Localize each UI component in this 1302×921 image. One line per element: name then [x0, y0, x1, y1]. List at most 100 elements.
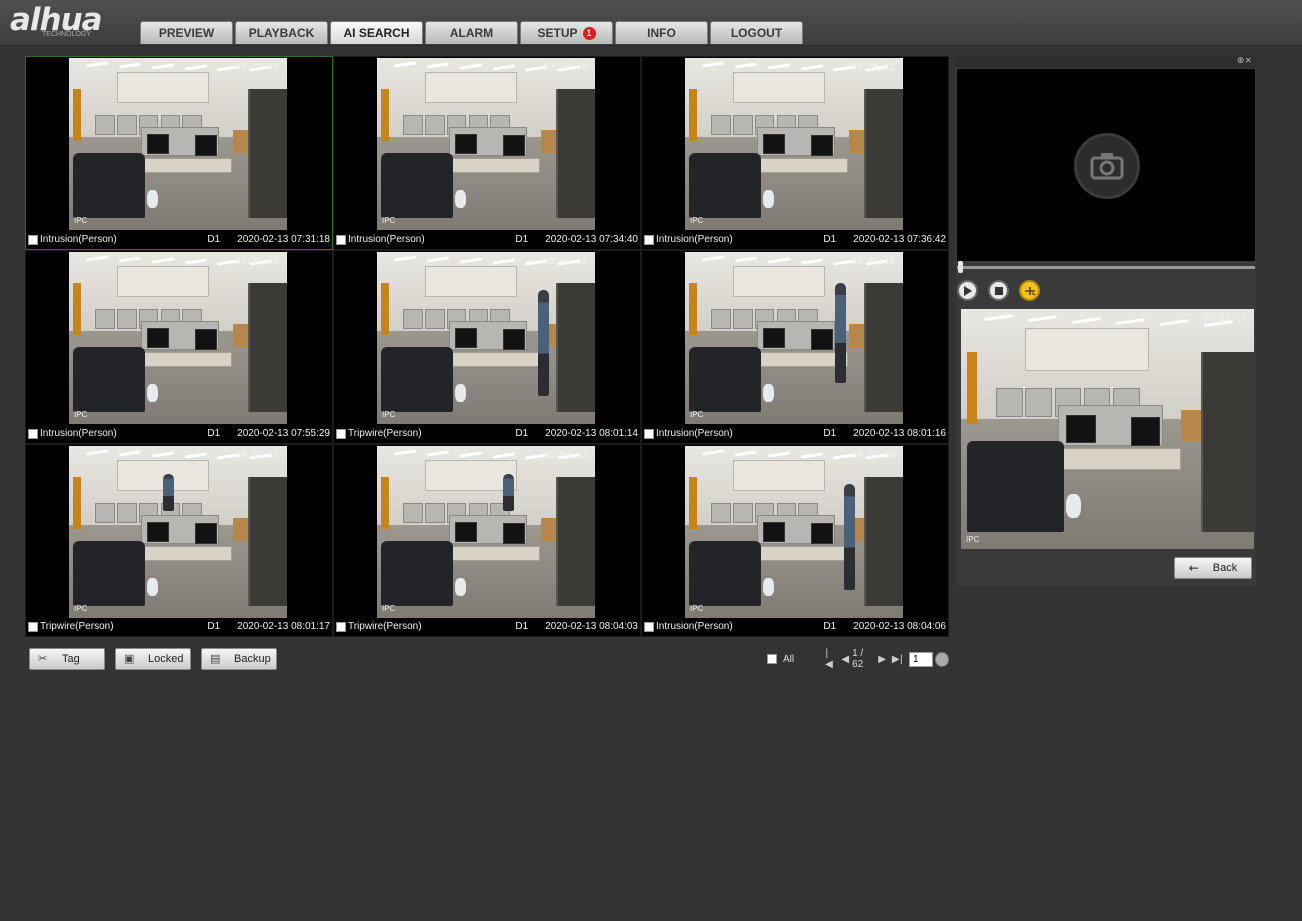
- result-cell[interactable]: 07:36:42 IPC Intrusion(Person) D1 2020-02…: [641, 56, 949, 250]
- result-thumbnail[interactable]: 07:34:40 IPC: [377, 58, 595, 230]
- office-scene: 08:01:17 IPC: [961, 309, 1254, 549]
- stop-icon[interactable]: [988, 280, 1009, 301]
- office-scene: 07:31:18 IPC: [69, 58, 287, 230]
- camera-label: IPC: [382, 604, 396, 613]
- tag-button[interactable]: ✂ Tag: [29, 648, 105, 670]
- result-caption: Intrusion(Person) D1 2020-02-13 07:36:42: [642, 230, 948, 249]
- result-cell[interactable]: 07:55:29 IPC Intrusion(Person) D1 2020-02…: [25, 250, 333, 444]
- result-cell[interactable]: 07:31:18 IPC Intrusion(Person) D1 2020-02…: [25, 56, 333, 250]
- event-time: 2020-02-13 08:01:14: [545, 428, 638, 439]
- event-time: 2020-02-13 08:01:16: [853, 428, 946, 439]
- player-header: ⊕×: [956, 56, 1256, 68]
- channel-label: D1: [823, 428, 837, 439]
- thumbnail-timestamp: 08:01:17: [235, 451, 279, 461]
- person-figure: [162, 473, 174, 512]
- person-figure: [503, 473, 515, 512]
- result-checkbox[interactable]: [644, 621, 654, 632]
- thumbnail-timestamp: 08:01:17: [1202, 314, 1246, 324]
- locked-button[interactable]: ▣ Locked: [115, 648, 191, 670]
- result-checkbox[interactable]: [336, 428, 346, 439]
- tab-info[interactable]: INFO: [615, 21, 708, 44]
- tag-icon: ✂: [38, 652, 48, 665]
- setup-badge: 1: [582, 26, 596, 40]
- play-icon[interactable]: [957, 280, 978, 301]
- result-thumbnail[interactable]: 08:01:16 IPC: [685, 252, 903, 424]
- office-scene: 08:01:16 IPC: [685, 252, 903, 424]
- result-caption: Intrusion(Person) D1 2020-02-13 08:04:06: [642, 617, 948, 636]
- top-bar: alhua TECHNOLOGY PREVIEW PLAYBACK AI SEAR…: [0, 0, 1302, 46]
- result-checkbox[interactable]: [336, 621, 346, 632]
- back-arrow-icon: ←: [1188, 561, 1199, 575]
- thumbnail-timestamp: 08:01:16: [851, 257, 895, 267]
- snapshot-preview: 08:01:17 IPC: [961, 309, 1254, 549]
- page-number-input[interactable]: [908, 651, 933, 667]
- person-figure: [835, 282, 847, 383]
- lock-icon: ▣: [124, 652, 135, 665]
- result-caption: Tripwire(Person) D1 2020-02-13 08:01:17: [26, 617, 332, 636]
- result-thumbnail[interactable]: 07:55:29 IPC: [69, 252, 287, 424]
- result-checkbox[interactable]: [28, 428, 38, 439]
- tab-alarm[interactable]: ALARM: [425, 21, 518, 44]
- result-cell[interactable]: 08:01:16 IPC Intrusion(Person) D1 2020-02…: [641, 250, 949, 444]
- detail-panel: ⊕× 08:01:17 IPC ← Back: [956, 56, 1256, 586]
- channel-label: D1: [515, 234, 529, 245]
- result-thumbnail[interactable]: 08:01:17 IPC: [69, 446, 287, 618]
- thumbnail-timestamp: 08:04:03: [543, 451, 587, 461]
- playback-slider[interactable]: [957, 266, 1255, 269]
- select-all-label: All: [783, 653, 795, 665]
- result-thumbnail[interactable]: 08:04:03 IPC: [377, 446, 595, 618]
- result-thumbnail[interactable]: 08:04:06 IPC: [685, 446, 903, 618]
- camera-off-icon: [1074, 133, 1140, 199]
- office-scene: 07:36:42 IPC: [685, 58, 903, 230]
- backup-button[interactable]: ▤ Backup: [201, 648, 277, 670]
- video-player[interactable]: [957, 69, 1255, 261]
- back-button[interactable]: ← Back: [1174, 557, 1252, 579]
- channel-label: D1: [823, 234, 837, 245]
- result-caption: Tripwire(Person) D1 2020-02-13 08:04:03: [334, 617, 640, 636]
- backup-icon: ▤: [210, 652, 221, 665]
- thumbnail-timestamp: 08:01:14: [543, 257, 587, 267]
- tab-ai-search[interactable]: AI SEARCH: [330, 21, 423, 44]
- result-caption: Intrusion(Person) D1 2020-02-13 07:34:40: [334, 230, 640, 249]
- slider-handle[interactable]: [958, 261, 963, 273]
- event-type: Tripwire(Person): [348, 428, 422, 439]
- tab-setup[interactable]: SETUP 1: [520, 21, 613, 44]
- result-checkbox[interactable]: [644, 234, 654, 245]
- prev-page-icon[interactable]: ◀: [841, 654, 849, 665]
- result-checkbox[interactable]: [336, 234, 346, 245]
- tab-preview[interactable]: PREVIEW: [140, 21, 233, 44]
- result-thumbnail[interactable]: 08:01:14 IPC: [377, 252, 595, 424]
- select-all-checkbox[interactable]: [767, 654, 777, 664]
- clip-icon[interactable]: [1019, 280, 1040, 301]
- result-cell[interactable]: 08:04:06 IPC Intrusion(Person) D1 2020-02…: [641, 444, 949, 637]
- page-indicator: 1 / 62: [852, 648, 864, 670]
- event-type: Intrusion(Person): [656, 621, 733, 632]
- office-scene: 08:01:17 IPC: [69, 446, 287, 618]
- office-scene: 08:04:06 IPC: [685, 446, 903, 618]
- next-page-icon[interactable]: ▶: [878, 654, 886, 665]
- result-thumbnail[interactable]: 07:31:18 IPC: [69, 58, 287, 230]
- tab-logout[interactable]: LOGOUT: [710, 21, 803, 44]
- result-cell[interactable]: 08:01:14 IPC Tripwire(Person) D1 2020-02-…: [333, 250, 641, 444]
- close-icon[interactable]: ×: [1244, 56, 1252, 66]
- result-cell[interactable]: 08:04:03 IPC Tripwire(Person) D1 2020-02-…: [333, 444, 641, 637]
- result-cell[interactable]: 08:01:17 IPC Tripwire(Person) D1 2020-02-…: [25, 444, 333, 637]
- result-caption: Tripwire(Person) D1 2020-02-13 08:01:14: [334, 424, 640, 443]
- result-thumbnail[interactable]: 07:36:42 IPC: [685, 58, 903, 230]
- tab-playback[interactable]: PLAYBACK: [235, 21, 328, 44]
- event-type: Intrusion(Person): [656, 234, 733, 245]
- go-page-button[interactable]: [934, 651, 950, 667]
- result-caption: Intrusion(Person) D1 2020-02-13 07:55:29: [26, 424, 332, 443]
- event-type: Intrusion(Person): [40, 234, 117, 245]
- result-cell[interactable]: 07:34:40 IPC Intrusion(Person) D1 2020-02…: [333, 56, 641, 250]
- camera-label: IPC: [382, 410, 396, 419]
- event-time: 2020-02-13 08:01:17: [237, 621, 330, 632]
- first-page-icon[interactable]: |◀: [825, 648, 835, 670]
- result-checkbox[interactable]: [28, 621, 38, 632]
- result-checkbox[interactable]: [644, 428, 654, 439]
- last-page-icon[interactable]: ▶|: [892, 654, 903, 665]
- result-checkbox[interactable]: [28, 234, 38, 245]
- thumbnail-timestamp: 08:04:06: [851, 451, 895, 461]
- result-caption: Intrusion(Person) D1 2020-02-13 08:01:16: [642, 424, 948, 443]
- camera-label: IPC: [74, 216, 88, 225]
